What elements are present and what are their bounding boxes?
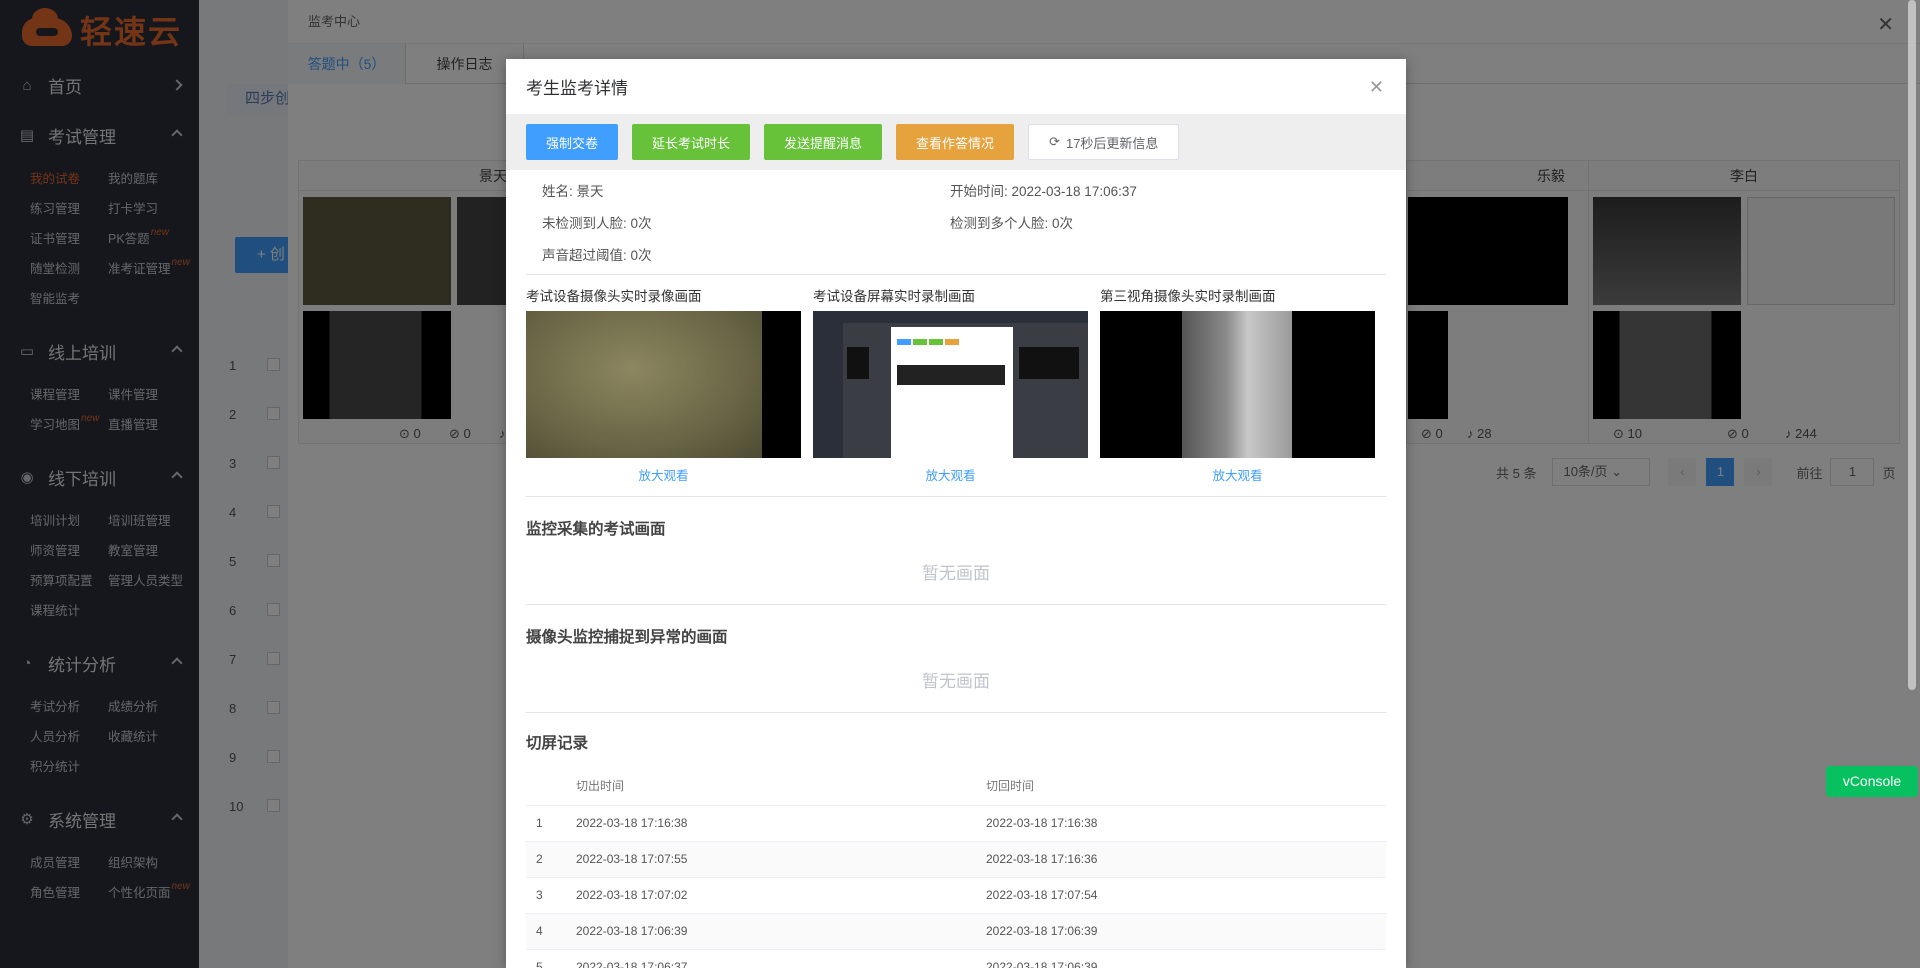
- zoom-link[interactable]: 放大观看: [813, 465, 1088, 484]
- table-header: 切出时间 切回时间: [526, 767, 1386, 806]
- modal-title: 考生监考详情: [526, 79, 628, 98]
- info-no-face: 未检测到人脸: 0次: [542, 216, 652, 231]
- table-cell: 4: [526, 913, 576, 950]
- refresh-icon: ⟳: [1049, 134, 1060, 149]
- switch-records-table: 切出时间 切回时间 1 2022-03-18 17:16:38 2022-03-18…: [526, 767, 1386, 968]
- table-row: 3 2022-03-18 17:07:02 2022-03-18 17:07:54: [526, 877, 1386, 914]
- refresh-button[interactable]: ⟳ 17秒后更新信息: [1028, 124, 1180, 160]
- info-sound: 声音超过阈值: 0次: [542, 248, 652, 263]
- zoom-link[interactable]: 放大观看: [1100, 465, 1375, 484]
- table-cell: 2022-03-18 17:07:02: [576, 877, 986, 914]
- refresh-label: 17秒后更新信息: [1065, 135, 1159, 151]
- table-row: 2 2022-03-18 17:07:55 2022-03-18 17:16:36: [526, 841, 1386, 878]
- info-name: 姓名: 景天: [542, 184, 604, 199]
- vconsole-button[interactable]: vConsole: [1826, 766, 1918, 797]
- table-row: 4 2022-03-18 17:06:39 2022-03-18 17:06:39: [526, 913, 1386, 950]
- column-header: 切出时间: [576, 767, 986, 806]
- third-view-video-frame[interactable]: [1100, 311, 1375, 458]
- table-cell: 2022-03-18 17:06:37: [576, 949, 986, 968]
- table-cell: 2022-03-18 17:07:54: [986, 877, 1386, 914]
- live-videos: 考试设备摄像头实时录像画面 放大观看 考试设备屏幕实时录制画面 放大观看 第三视…: [526, 275, 1386, 497]
- switch-records-section: 切屏记录 切出时间 切回时间 1 2022-03-18 17:16:38 2022-…: [526, 713, 1386, 968]
- table-cell: 2022-03-18 17:16:36: [986, 841, 1386, 878]
- info-start-time: 开始时间: 2022-03-18 17:06:37: [950, 184, 1137, 199]
- table-cell: 2022-03-18 17:06:39: [576, 913, 986, 950]
- column-header: [526, 767, 576, 806]
- modal-toolbar: 强制交卷 延长考试时长 发送提醒消息 查看作答情况 ⟳ 17秒后更新信息: [506, 114, 1406, 170]
- empty-placeholder: 暂无画面: [922, 672, 990, 691]
- table-cell: 2022-03-18 17:16:38: [986, 805, 1386, 842]
- screen-video-frame[interactable]: [813, 311, 1088, 458]
- table-cell: 2022-03-18 17:06:39: [986, 949, 1386, 968]
- video-title: 第三视角摄像头实时录制画面: [1100, 289, 1276, 304]
- page-scrollbar[interactable]: [1908, 0, 1916, 690]
- table-cell: 2022-03-18 17:06:39: [986, 913, 1386, 950]
- close-icon[interactable]: ✕: [1369, 77, 1384, 98]
- force-submit-button[interactable]: 强制交卷: [526, 124, 619, 160]
- zoom-link[interactable]: 放大观看: [526, 465, 801, 484]
- info-multi-face: 检测到多个人脸: 0次: [950, 216, 1074, 231]
- send-reminder-button[interactable]: 发送提醒消息: [764, 124, 883, 160]
- captured-frames-section: 监控采集的考试画面 暂无画面: [526, 497, 1386, 605]
- table-cell: 2022-03-18 17:07:55: [576, 841, 986, 878]
- third-view-video: 第三视角摄像头实时录制画面 放大观看: [1100, 285, 1375, 496]
- student-info: 姓名: 景天 开始时间: 2022-03-18 17:06:37 未检测到人脸:…: [526, 170, 1386, 275]
- section-title: 切屏记录: [526, 735, 589, 752]
- table-cell: 2022-03-18 17:16:38: [576, 805, 986, 842]
- extend-time-button[interactable]: 延长考试时长: [632, 124, 751, 160]
- table-cell: 5: [526, 949, 576, 968]
- column-header: 切回时间: [986, 767, 1386, 806]
- view-answers-button[interactable]: 查看作答情况: [896, 124, 1015, 160]
- table-cell: 1: [526, 805, 576, 842]
- abnormal-frames-section: 摄像头监控捕捉到异常的画面 暂无画面: [526, 605, 1386, 713]
- screen-video: 考试设备屏幕实时录制画面 放大观看: [813, 285, 1088, 496]
- section-title: 摄像头监控捕捉到异常的画面: [526, 629, 728, 646]
- camera-video: 考试设备摄像头实时录像画面 放大观看: [526, 285, 801, 496]
- student-monitor-detail-modal: 考生监考详情 ✕ 强制交卷 延长考试时长 发送提醒消息 查看作答情况 ⟳ 17秒…: [506, 59, 1406, 968]
- table-row: 5 2022-03-18 17:06:37 2022-03-18 17:06:39: [526, 949, 1386, 968]
- empty-placeholder: 暂无画面: [922, 564, 990, 583]
- camera-video-frame[interactable]: [526, 311, 801, 458]
- table-row: 1 2022-03-18 17:16:38 2022-03-18 17:16:38: [526, 805, 1386, 842]
- table-cell: 2: [526, 841, 576, 878]
- section-title: 监控采集的考试画面: [526, 521, 666, 538]
- video-title: 考试设备摄像头实时录像画面: [526, 289, 702, 304]
- video-title: 考试设备屏幕实时录制画面: [813, 289, 975, 304]
- table-cell: 3: [526, 877, 576, 914]
